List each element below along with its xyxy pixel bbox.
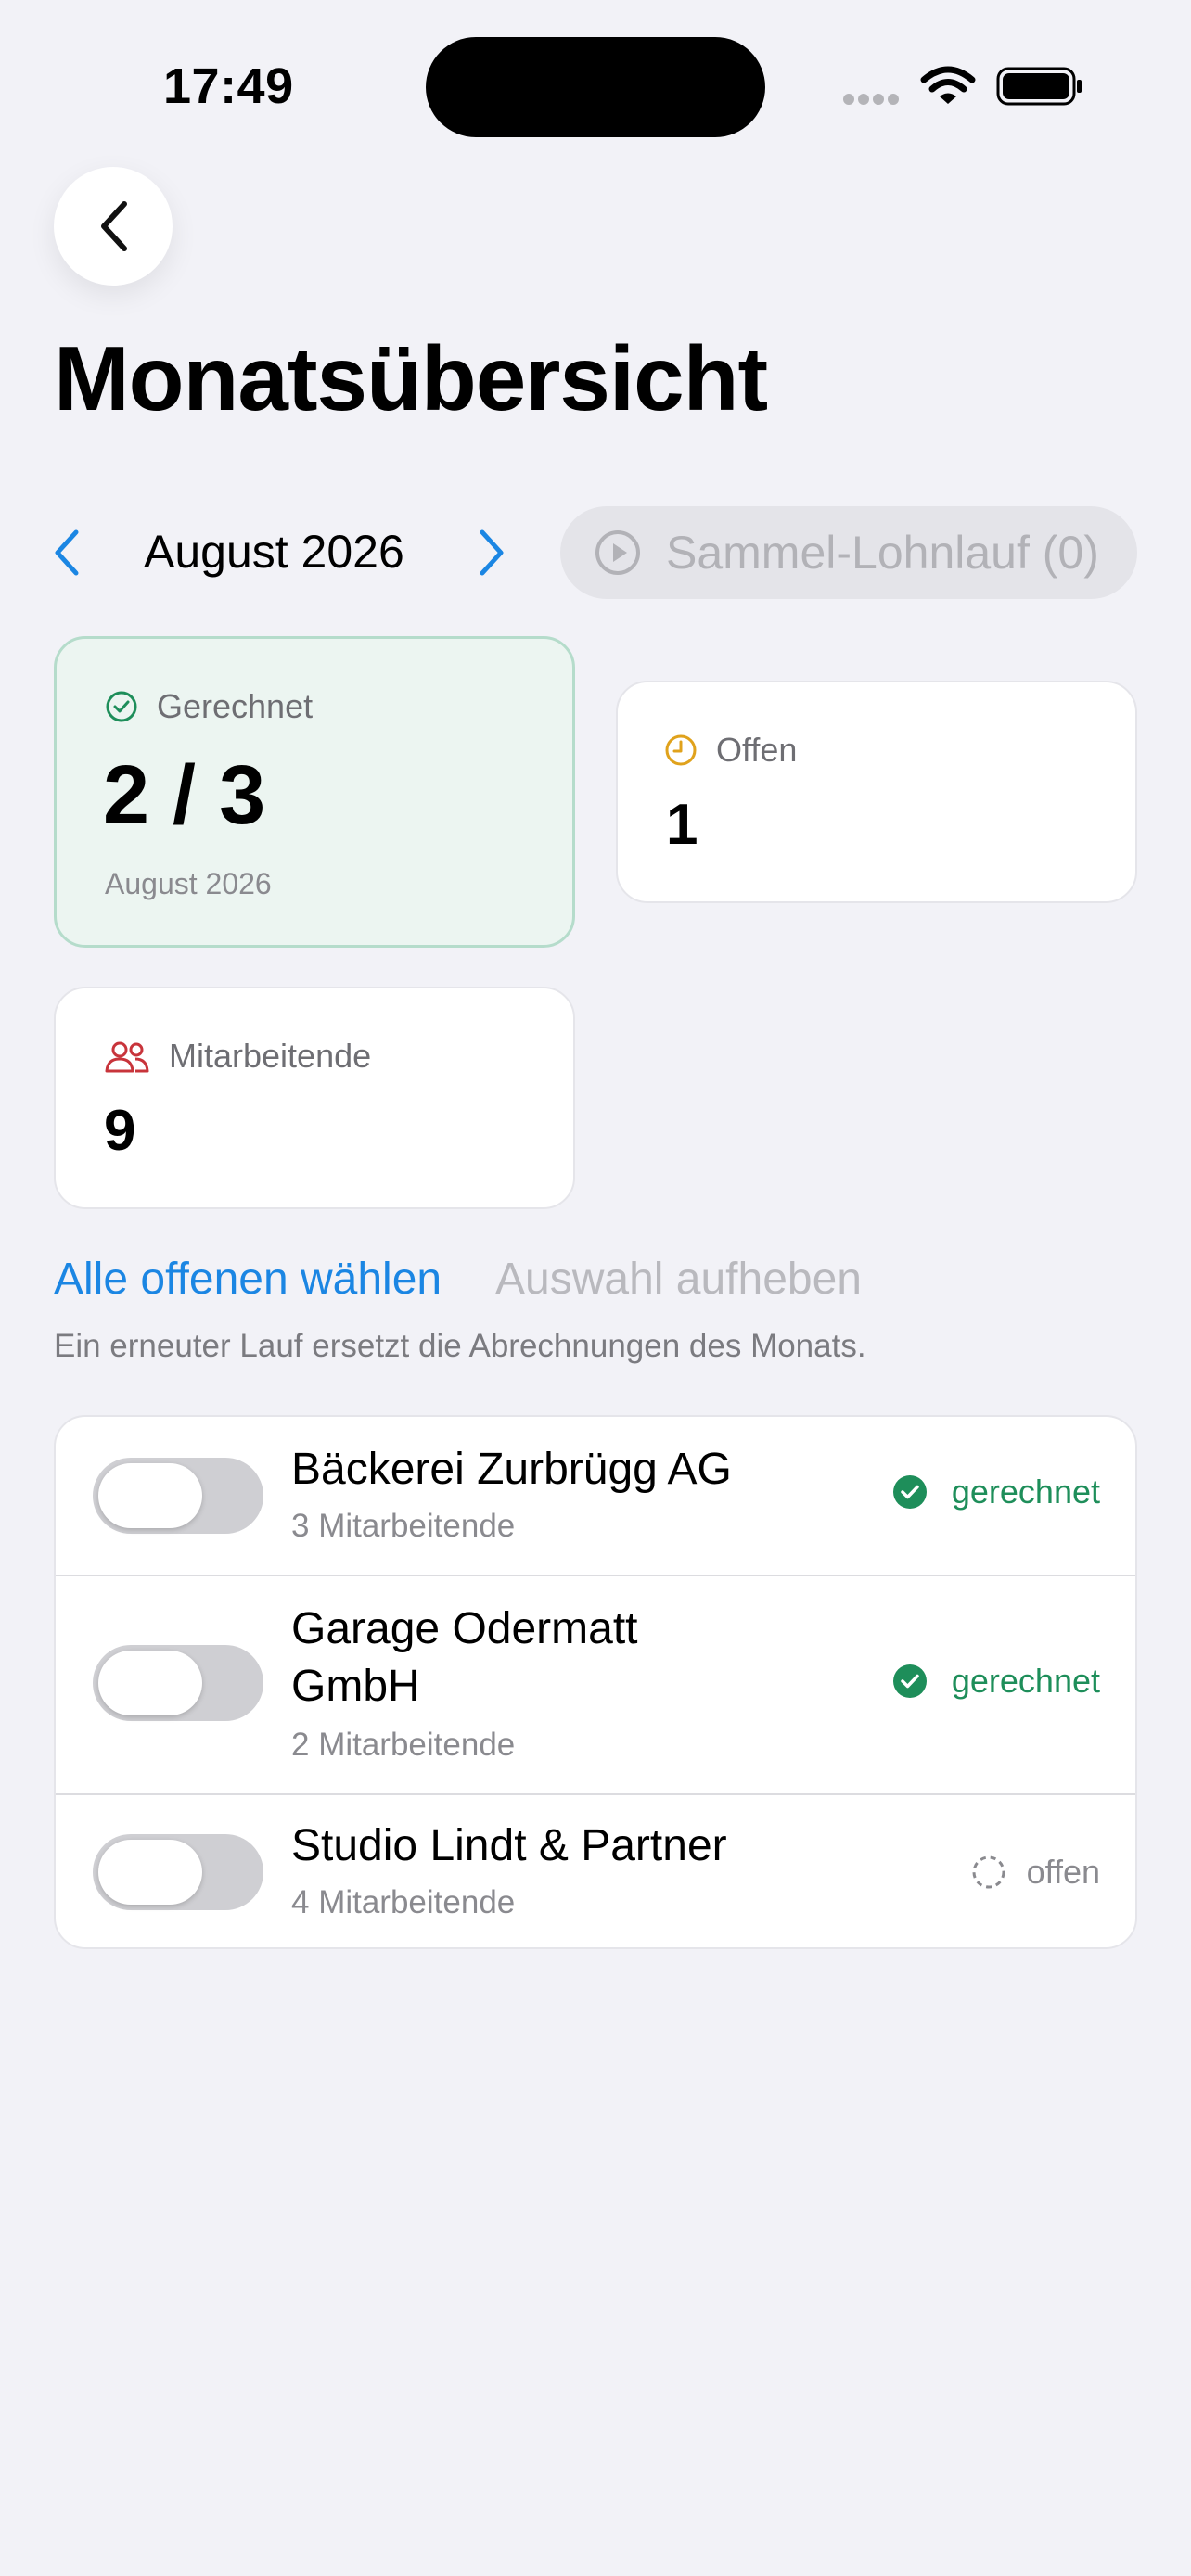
check-circle-filled-icon xyxy=(892,1475,927,1509)
employee-count: 2 Mitarbeitende xyxy=(291,1727,516,1763)
stat-value: 2 / 3 xyxy=(103,749,266,842)
check-circle-icon xyxy=(106,691,137,722)
batch-payroll-label: Sammel-Lohnlauf (0) xyxy=(666,527,1099,579)
check-circle-filled-icon xyxy=(892,1664,927,1698)
page-title: Monatsübersicht xyxy=(54,327,768,429)
dashed-circle-icon xyxy=(972,1855,1005,1889)
employee-count: 4 Mitarbeitende xyxy=(291,1884,516,1920)
next-month-button[interactable] xyxy=(473,527,510,579)
stat-caption: August 2026 xyxy=(105,867,272,900)
stat-card-open: Offen 1 xyxy=(616,681,1137,903)
stat-label: Gerechnet xyxy=(157,687,314,725)
status-text: offen xyxy=(1026,1853,1100,1891)
month-label: August 2026 xyxy=(144,526,404,578)
status-badge: gerechnet xyxy=(892,1473,1100,1511)
previous-month-button[interactable] xyxy=(48,527,85,579)
company-name: Garage Odermatt GmbH xyxy=(291,1604,638,1711)
stat-label: Mitarbeitende xyxy=(169,1037,372,1075)
employee-count: 3 Mitarbeitende xyxy=(291,1508,516,1544)
play-circle-icon xyxy=(596,530,640,575)
stat-card-employees: Mitarbeitende 9 xyxy=(54,987,575,1209)
select-toggle[interactable] xyxy=(93,1834,263,1910)
status-text: gerechnet xyxy=(951,1473,1100,1511)
select-toggle[interactable] xyxy=(93,1458,263,1534)
status-badge: gerechnet xyxy=(892,1662,1100,1701)
stat-value: 9 xyxy=(104,1099,136,1163)
clock-icon xyxy=(665,734,697,766)
list-item[interactable]: Garage Odermatt GmbH 2 Mitarbeitende ger… xyxy=(56,1575,1135,1795)
status-badge: offen xyxy=(971,1853,1100,1892)
back-button[interactable] xyxy=(54,167,173,286)
select-toggle[interactable] xyxy=(93,1645,263,1721)
list-item[interactable]: Studio Lindt & Partner 4 Mitarbeitende o… xyxy=(56,1793,1135,1947)
status-time: 17:49 xyxy=(163,58,294,114)
people-icon xyxy=(105,1041,149,1073)
chevron-left-icon xyxy=(101,201,127,251)
dynamic-island xyxy=(426,37,765,137)
clear-selection-link[interactable]: Auswahl aufheben xyxy=(495,1254,862,1305)
hint-text: Ein erneuter Lauf ersetzt die Abrechnung… xyxy=(54,1328,866,1364)
wifi-icon xyxy=(920,66,976,104)
list-item[interactable]: Bäckerei Zurbrügg AG 3 Mitarbeitende ger… xyxy=(56,1417,1135,1576)
battery-icon xyxy=(996,67,1082,106)
company-name: Bäckerei Zurbrügg AG xyxy=(291,1445,732,1494)
batch-payroll-button[interactable]: Sammel-Lohnlauf (0) xyxy=(560,506,1137,599)
company-name: Studio Lindt & Partner xyxy=(291,1821,727,1870)
stat-value: 1 xyxy=(666,793,698,857)
cellular-signal-icon xyxy=(843,93,904,106)
select-all-open-link[interactable]: Alle offenen wählen xyxy=(54,1254,442,1305)
status-text: gerechnet xyxy=(951,1662,1100,1700)
company-list: Bäckerei Zurbrügg AG 3 Mitarbeitende ger… xyxy=(54,1415,1137,1949)
stat-label: Offen xyxy=(716,731,798,769)
stat-card-computed: Gerechnet 2 / 3 August 2026 xyxy=(54,636,575,948)
